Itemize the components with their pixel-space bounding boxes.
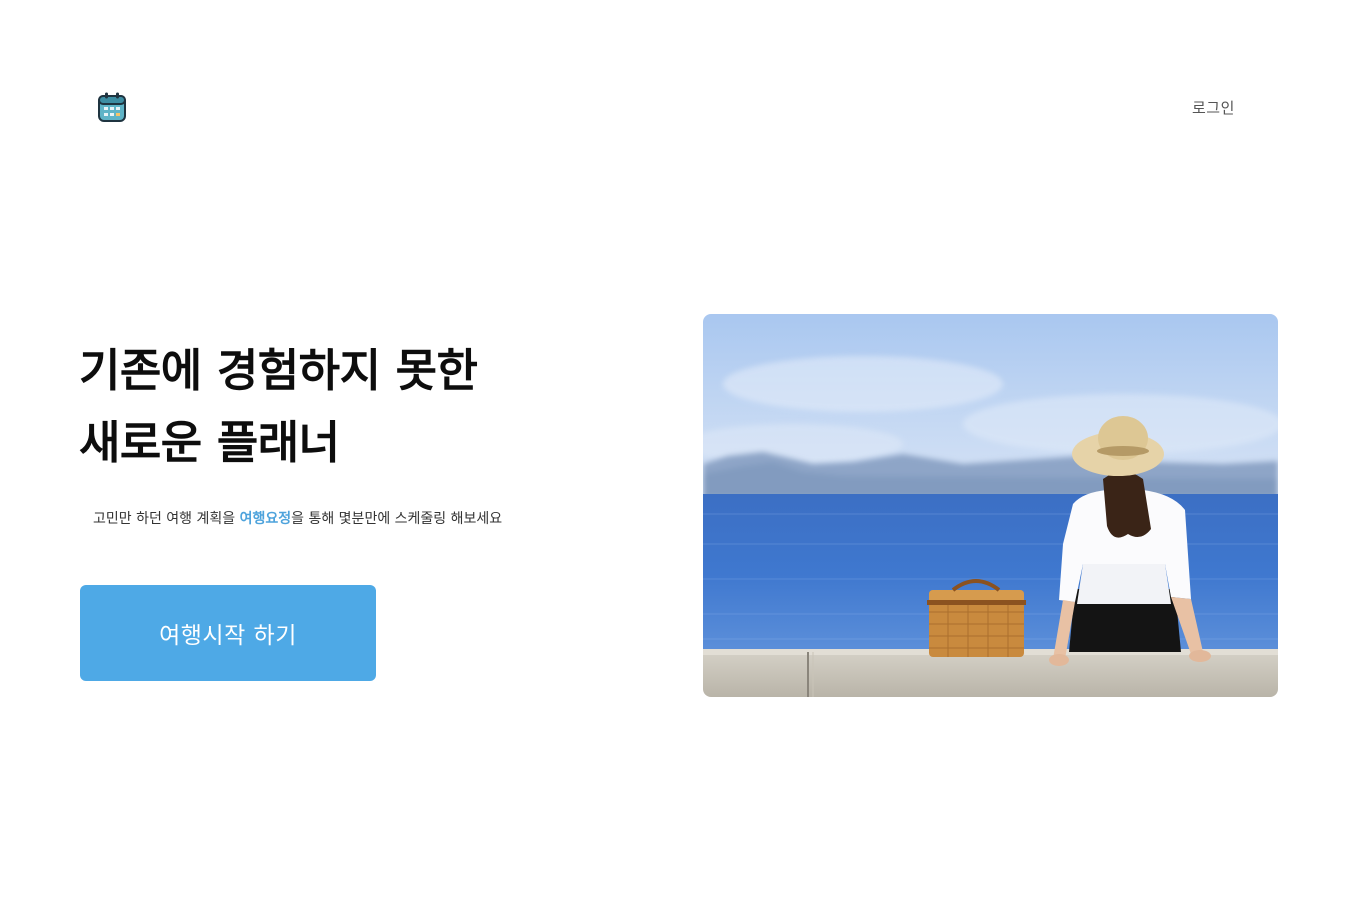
hero-subtitle: 고민만 하던 여행 계획을 여행요정을 통해 몇분만에 스케줄링 해보세요 [93,508,502,528]
hero-photo [703,314,1278,697]
calendar-icon[interactable] [97,91,127,123]
hero-title-line-2: 새로운 플래너 [79,416,340,469]
landing-page: 로그인 기존에 경험하지 못한 새로운 플래너 고민만 하던 여행 계획을 여행… [0,0,1347,898]
hero-subtitle-before: 고민만 하던 여행 계획을 [93,511,240,527]
hero-title-line-1: 기존에 경험하지 못한 [79,344,478,397]
login-link[interactable]: 로그인 [1192,97,1235,118]
brand-name: 여행요정 [239,511,292,527]
hero-subtitle-after: 을 통해 몇분만에 스케줄링 해보세요 [291,511,503,527]
hero-title: 기존에 경험하지 못한 새로운 플래너 [79,335,478,479]
start-travel-button[interactable]: 여행시작 하기 [80,585,376,681]
